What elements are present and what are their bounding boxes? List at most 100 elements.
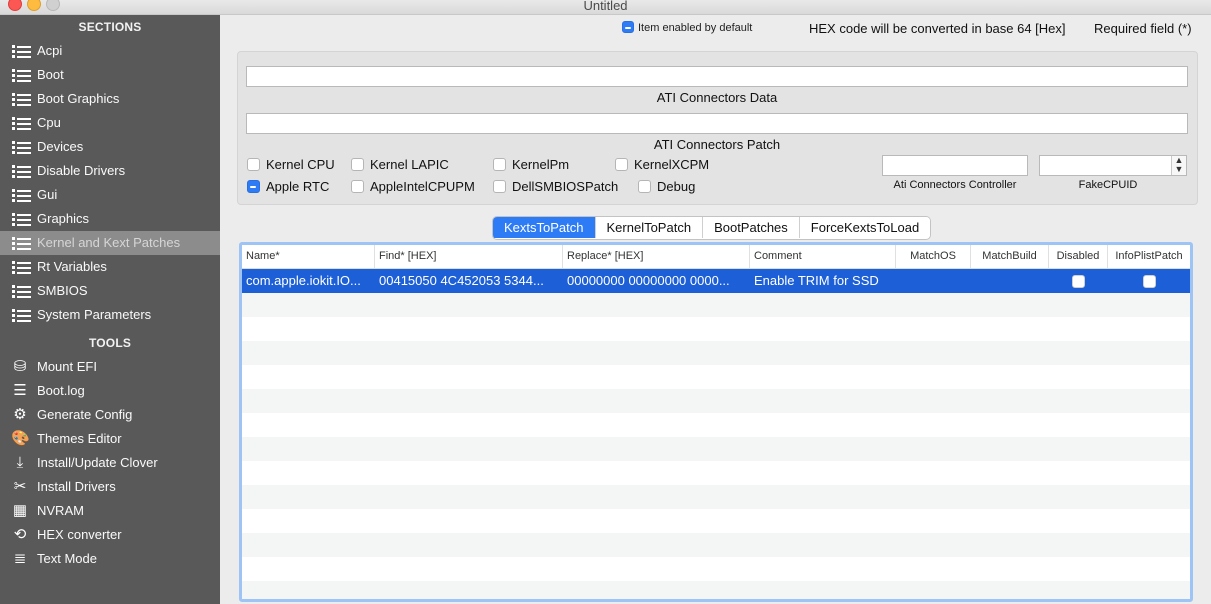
ati-connectors-controller-field[interactable] xyxy=(882,155,1028,176)
sidebar-item-graphics[interactable]: Graphics xyxy=(0,207,220,231)
column-header-infoplistpatch[interactable]: InfoPlistPatch xyxy=(1108,245,1190,268)
cell-matchos[interactable] xyxy=(896,269,971,293)
item-enabled-label: Item enabled by default xyxy=(638,22,753,34)
kernelxcpm-checkbox[interactable]: KernelXCPM xyxy=(615,157,709,172)
infoplistpatch-checkbox[interactable] xyxy=(1142,275,1156,289)
table-body: com.apple.iokit.IO... 00415050 4C452053 5… xyxy=(242,269,1190,599)
tab-forcekextstoload[interactable]: ForceKextsToLoad xyxy=(798,217,931,238)
list-icon xyxy=(12,237,31,250)
patches-table: Name* Find* [HEX] Replace* [HEX] Comment Mat… xyxy=(239,242,1193,602)
column-header-matchos[interactable]: MatchOS xyxy=(896,245,971,268)
sidebar-item-smbios[interactable]: SMBIOS xyxy=(0,279,220,303)
disk-icon: ⛁ xyxy=(13,358,27,375)
top-info-bar: Item enabled by default HEX code will be… xyxy=(220,15,1211,43)
tool-item-install-drivers[interactable]: ✂ Install Drivers xyxy=(0,475,220,499)
tab-kextstopatch[interactable]: KextsToPatch xyxy=(493,217,595,238)
tool-item-mount-efi[interactable]: ⛁ Mount EFI xyxy=(0,355,220,379)
checkbox-checked-icon xyxy=(622,21,634,34)
tool-item-text-mode[interactable]: ≣ Text Mode xyxy=(0,547,220,571)
sections-header: SECTIONS xyxy=(78,20,142,34)
checkbox-icon xyxy=(351,180,364,194)
stepper-down-icon: ▼ xyxy=(1174,164,1184,174)
sidebar-item-devices[interactable]: Devices xyxy=(0,135,220,159)
empty-table-row xyxy=(242,317,1190,341)
tool-item-label: HEX converter xyxy=(37,527,122,542)
title-bar: Untitled xyxy=(0,0,1211,15)
column-header-disabled[interactable]: Disabled xyxy=(1049,245,1108,268)
fakecpuid-field-wrap: ▲ ▼ xyxy=(1039,155,1187,176)
ati-connectors-patch-field[interactable] xyxy=(246,113,1188,134)
sidebar-item-disable-drivers[interactable]: Disable Drivers xyxy=(0,159,220,183)
chip-icon: ▦ xyxy=(12,502,28,519)
text-lines-icon: ≣ xyxy=(13,550,27,567)
apple-rtc-checkbox[interactable]: Apple RTC xyxy=(247,179,329,194)
tool-item-label: Boot.log xyxy=(37,383,85,398)
download-icon: ⤓ xyxy=(16,454,24,471)
tool-item-label: Install/Update Clover xyxy=(37,455,158,470)
window-title: Untitled xyxy=(583,0,628,13)
column-header-matchbuild[interactable]: MatchBuild xyxy=(971,245,1049,268)
tool-item-hex-converter[interactable]: ⟲ HEX converter xyxy=(0,523,220,547)
list-icon xyxy=(12,69,31,82)
tool-item-generate-config[interactable]: ⚙ Generate Config xyxy=(0,403,220,427)
empty-table-row xyxy=(242,485,1190,509)
item-enabled-default-checkbox[interactable]: Item enabled by default xyxy=(622,21,753,34)
tool-item-label: Mount EFI xyxy=(37,359,97,374)
disabled-checkbox[interactable] xyxy=(1072,275,1085,289)
tool-item-themes-editor[interactable]: 🎨 Themes Editor xyxy=(0,427,220,451)
tab-kerneltopatch[interactable]: KernelToPatch xyxy=(594,217,703,238)
sidebar-item-label: Boot xyxy=(37,67,64,82)
empty-table-row xyxy=(242,365,1190,389)
cell-comment[interactable]: Enable TRIM for SSD xyxy=(750,269,896,293)
sidebar-item-cpu[interactable]: Cpu xyxy=(0,111,220,135)
kernelpm-label: KernelPm xyxy=(512,157,570,172)
empty-table-row xyxy=(242,557,1190,581)
kernel-cpu-checkbox[interactable]: Kernel CPU xyxy=(247,157,335,172)
column-header-replace-hex[interactable]: Replace* [HEX] xyxy=(563,245,750,268)
sidebar-item-boot[interactable]: Boot xyxy=(0,63,220,87)
cell-replace[interactable]: 00000000 00000000 0000... xyxy=(563,269,750,293)
sidebar-item-label: Boot Graphics xyxy=(37,91,120,106)
sidebar-item-label: System Parameters xyxy=(37,307,152,322)
appleintelcpupm-checkbox[interactable]: AppleIntelCPUPM xyxy=(351,179,475,194)
tool-item-nvram[interactable]: ▦ NVRAM xyxy=(0,499,220,523)
checkbox-icon xyxy=(351,158,364,172)
sidebar-item-acpi[interactable]: Acpi xyxy=(0,39,220,63)
column-header-find-hex[interactable]: Find* [HEX] xyxy=(375,245,563,268)
cell-matchbuild[interactable] xyxy=(971,269,1049,293)
tool-item-boot-log[interactable]: ☰ Boot.log xyxy=(0,379,220,403)
fakecpuid-label: FakeCPUID xyxy=(1078,179,1138,191)
empty-table-row xyxy=(242,341,1190,365)
dellsmbiospatch-checkbox[interactable]: DellSMBIOSPatch xyxy=(493,179,618,194)
patch-tabs: KextsToPatch KernelToPatch BootPatches Forc… xyxy=(492,216,932,240)
kernel-lapic-label: Kernel LAPIC xyxy=(370,157,449,172)
sidebar-item-rt-variables[interactable]: Rt Variables xyxy=(0,255,220,279)
sidebar-item-boot-graphics[interactable]: Boot Graphics xyxy=(0,87,220,111)
column-header-name[interactable]: Name* xyxy=(242,245,375,268)
sidebar-item-kernel-and-kext-patches[interactable]: Kernel and Kext Patches xyxy=(0,231,220,255)
sidebar-item-label: Acpi xyxy=(37,43,63,58)
kernel-lapic-checkbox[interactable]: Kernel LAPIC xyxy=(351,157,449,172)
table-row[interactable]: com.apple.iokit.IO... 00415050 4C452053 5… xyxy=(242,269,1190,293)
cell-name[interactable]: com.apple.iokit.IO... xyxy=(242,269,375,293)
tab-bootpatches[interactable]: BootPatches xyxy=(702,217,799,238)
cell-find[interactable]: 00415050 4C452053 5344... xyxy=(375,269,563,293)
fakecpuid-stepper[interactable]: ▲ ▼ xyxy=(1171,156,1186,175)
fakecpuid-field[interactable] xyxy=(1039,155,1187,176)
empty-table-row xyxy=(242,461,1190,485)
tool-item-install-update-clover[interactable]: ⤓ Install/Update Clover xyxy=(0,451,220,475)
dellsmbiospatch-label: DellSMBIOSPatch xyxy=(512,179,619,194)
kernelpm-checkbox[interactable]: KernelPm xyxy=(493,157,569,172)
sidebar-item-label: Cpu xyxy=(37,115,61,130)
column-header-comment[interactable]: Comment xyxy=(750,245,896,268)
sidebar-item-system-parameters[interactable]: System Parameters xyxy=(0,303,220,327)
ati-connectors-data-field[interactable] xyxy=(246,66,1188,87)
debug-checkbox[interactable]: Debug xyxy=(638,179,695,194)
empty-table-row xyxy=(242,413,1190,437)
list-icon xyxy=(12,45,31,58)
ati-connectors-panel: ATI Connectors Data ATI Connectors Patch… xyxy=(237,51,1198,205)
checkbox-icon xyxy=(615,158,628,172)
list-icon xyxy=(12,285,31,298)
sidebar-item-gui[interactable]: Gui xyxy=(0,183,220,207)
checkbox-icon xyxy=(493,158,506,172)
